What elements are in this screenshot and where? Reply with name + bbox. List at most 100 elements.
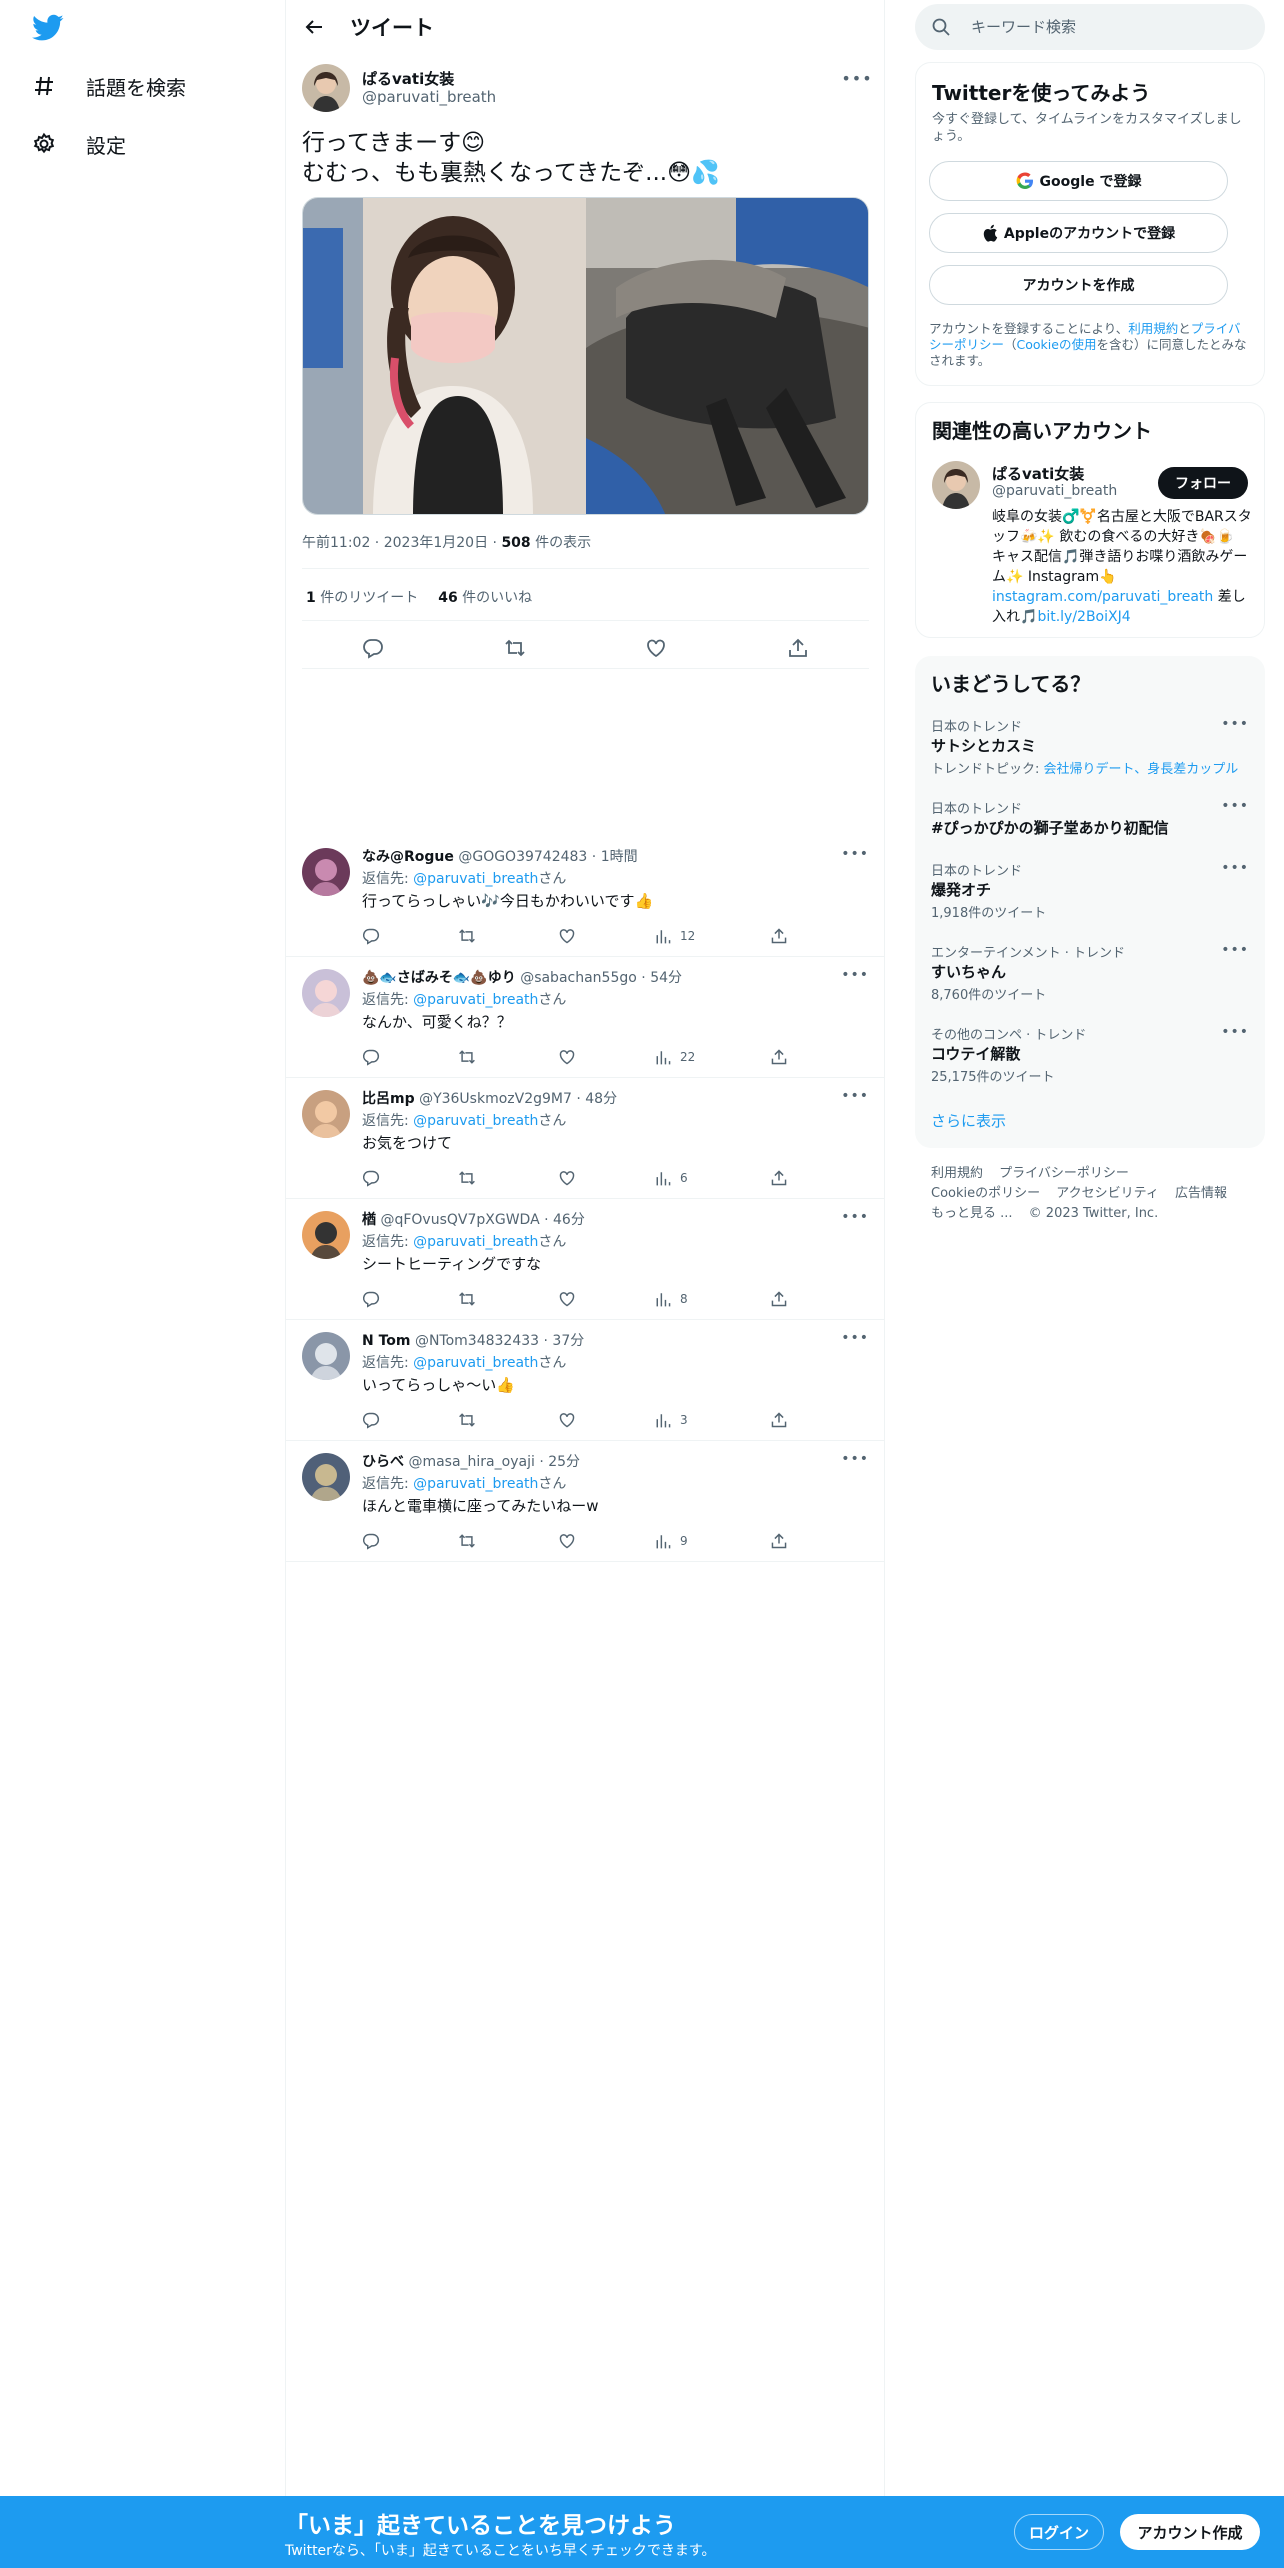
photo-selfie[interactable]	[303, 198, 586, 514]
nav-explore[interactable]: 話題を検索	[30, 62, 186, 110]
signup-button[interactable]: アカウント作成	[1120, 2514, 1260, 2550]
show-more-link[interactable]: さらに表示	[931, 1110, 1006, 1131]
photo-legs[interactable]	[586, 198, 868, 514]
reply-author-handle[interactable]: @qFOvusQV7pXGWDA	[380, 1212, 539, 1228]
avatar[interactable]	[932, 461, 980, 509]
twitter-logo-icon[interactable]	[32, 14, 64, 42]
reply-tweet[interactable]: N Tom @NTom34832433 · 37分 ••• 返信先: @paru…	[286, 1320, 885, 1441]
search-box[interactable]	[915, 4, 1265, 50]
avatar[interactable]	[302, 1453, 350, 1501]
trend-item[interactable]: エンターテインメント · トレンド すいちゃん 8,760件のツイート •••	[915, 942, 1265, 1003]
footer-link[interactable]: 利用規約	[931, 1166, 983, 1181]
more-options-icon[interactable]: •••	[841, 1330, 869, 1346]
views-stat[interactable]: 3	[654, 1410, 688, 1430]
more-options-icon[interactable]: •••	[1221, 860, 1249, 876]
terms-link[interactable]: 利用規約	[1128, 321, 1178, 336]
more-options-icon[interactable]: •••	[1221, 716, 1249, 732]
reply-icon[interactable]	[362, 1531, 380, 1551]
reply-to-link[interactable]: @paruvati_breath	[413, 1234, 538, 1250]
tweet-timestamp[interactable]: 午前11:02 · 2023年1月20日 · 508 件の表示	[302, 532, 591, 552]
reply-author-handle[interactable]: @GOGO39742483	[458, 849, 587, 865]
retweet-icon[interactable]	[458, 1168, 476, 1188]
author-handle[interactable]: @paruvati_breath	[362, 88, 496, 106]
share-icon[interactable]	[770, 926, 788, 946]
share-icon[interactable]	[770, 1168, 788, 1188]
more-options-icon[interactable]: •••	[841, 1451, 869, 1467]
search-input[interactable]	[971, 18, 1251, 36]
reply-tweet[interactable]: 💩🐟さばみそ🐟💩ゆり @sabachan55go · 54分 ••• 返信先: …	[286, 957, 885, 1078]
like-icon[interactable]	[558, 1047, 576, 1067]
share-icon[interactable]	[770, 1289, 788, 1309]
footer-link[interactable]: 広告情報	[1175, 1186, 1227, 1201]
follow-button[interactable]: フォロー	[1158, 467, 1248, 499]
share-icon[interactable]	[770, 1410, 788, 1430]
back-arrow-icon[interactable]	[294, 7, 334, 47]
google-signup-button[interactable]: Google で登録	[929, 161, 1228, 201]
trend-item[interactable]: 日本のトレンド サトシとカスミ トレンドトピック: 会社帰りデート、身長差カップ…	[915, 716, 1265, 777]
reply-author-handle[interactable]: @NTom34832433	[415, 1333, 539, 1349]
retweet-icon[interactable]	[458, 1047, 476, 1067]
views-stat[interactable]: 9	[654, 1531, 688, 1551]
retweet-icon[interactable]	[458, 926, 476, 946]
reply-icon[interactable]	[359, 634, 387, 662]
views-stat[interactable]: 6	[654, 1168, 688, 1188]
trend-item[interactable]: 日本のトレンド 爆発オチ 1,918件のツイート •••	[915, 860, 1265, 921]
like-icon[interactable]	[558, 1168, 576, 1188]
more-options-icon[interactable]: •••	[1221, 798, 1249, 814]
trend-item[interactable]: その他のコンペ · トレンド コウテイ解散 25,175件のツイート •••	[915, 1024, 1265, 1085]
reply-icon[interactable]	[362, 1289, 380, 1309]
reply-author-name[interactable]: ひらべ	[362, 1454, 404, 1470]
reply-time[interactable]: 48分	[585, 1091, 617, 1107]
more-options-icon[interactable]: •••	[841, 1209, 869, 1225]
reply-tweet[interactable]: 楢 @qFOvusQV7pXGWDA · 46分 ••• 返信先: @paruv…	[286, 1199, 885, 1320]
create-account-button[interactable]: アカウントを作成	[929, 265, 1228, 305]
more-options-icon[interactable]: •••	[841, 967, 869, 983]
related-handle[interactable]: @paruvati_breath	[992, 483, 1117, 499]
retweet-icon[interactable]	[458, 1410, 476, 1430]
nav-settings[interactable]: 設定	[30, 120, 126, 168]
more-options-icon[interactable]: •••	[841, 846, 869, 862]
trend-item[interactable]: 日本のトレンド #ぴっかぴかの獅子堂あかり初配信 •••	[915, 798, 1265, 858]
retweet-icon[interactable]	[501, 634, 529, 662]
retweet-icon[interactable]	[458, 1289, 476, 1309]
reply-author-name[interactable]: 💩🐟さばみそ🐟💩ゆり	[362, 970, 516, 986]
reply-icon[interactable]	[362, 1410, 380, 1430]
trend-topic-links[interactable]: 会社帰りデート、身長差カップル	[1044, 762, 1239, 777]
avatar[interactable]	[302, 1211, 350, 1259]
reply-icon[interactable]	[362, 926, 380, 946]
more-options-icon[interactable]: •••	[1221, 1024, 1249, 1040]
retweet-icon[interactable]	[458, 1531, 476, 1551]
reply-time[interactable]: 46分	[553, 1212, 585, 1228]
reply-tweet[interactable]: ひらべ @masa_hira_oyaji · 25分 ••• 返信先: @par…	[286, 1441, 885, 1562]
reply-time[interactable]: 54分	[650, 970, 682, 986]
author-name[interactable]: ぱるvati女装	[362, 68, 454, 89]
reply-icon[interactable]	[362, 1168, 380, 1188]
reply-author-handle[interactable]: @masa_hira_oyaji	[408, 1454, 534, 1470]
login-button[interactable]: ログイン	[1014, 2514, 1104, 2550]
reply-to-link[interactable]: @paruvati_breath	[413, 1113, 538, 1129]
reply-author-handle[interactable]: @Y36UskmozV2g9M7	[419, 1091, 572, 1107]
reply-time[interactable]: 1時間	[601, 849, 638, 865]
share-icon[interactable]	[784, 634, 812, 662]
apple-signup-button[interactable]: Appleのアカウントで登録	[929, 213, 1228, 253]
reply-author-name[interactable]: なみ@Rogue	[362, 849, 454, 865]
more-options-icon[interactable]: •••	[1221, 942, 1249, 958]
related-name[interactable]: ぱるvati女装	[992, 463, 1084, 484]
avatar[interactable]	[302, 848, 350, 896]
likes-stat[interactable]: 46 件のいいね	[438, 587, 532, 607]
reply-tweet[interactable]: 比呂mp @Y36UskmozV2g9M7 · 48分 ••• 返信先: @pa…	[286, 1078, 885, 1199]
like-icon[interactable]	[558, 1410, 576, 1430]
views-stat[interactable]: 12	[654, 926, 695, 946]
tweet-media[interactable]	[302, 197, 869, 515]
avatar[interactable]	[302, 64, 350, 112]
views-stat[interactable]: 22	[654, 1047, 695, 1067]
reply-to-link[interactable]: @paruvati_breath	[413, 992, 538, 1008]
footer-link[interactable]: Cookieのポリシー	[931, 1186, 1040, 1201]
bio-link[interactable]: instagram.com/paruvati_breath	[992, 589, 1213, 605]
reply-author-name[interactable]: 比呂mp	[362, 1091, 415, 1107]
reply-to-link[interactable]: @paruvati_breath	[413, 1355, 538, 1371]
reply-to-link[interactable]: @paruvati_breath	[413, 1476, 538, 1492]
more-options-icon[interactable]: •••	[841, 1088, 869, 1104]
avatar[interactable]	[302, 1332, 350, 1380]
reply-author-handle[interactable]: @sabachan55go	[520, 970, 637, 986]
